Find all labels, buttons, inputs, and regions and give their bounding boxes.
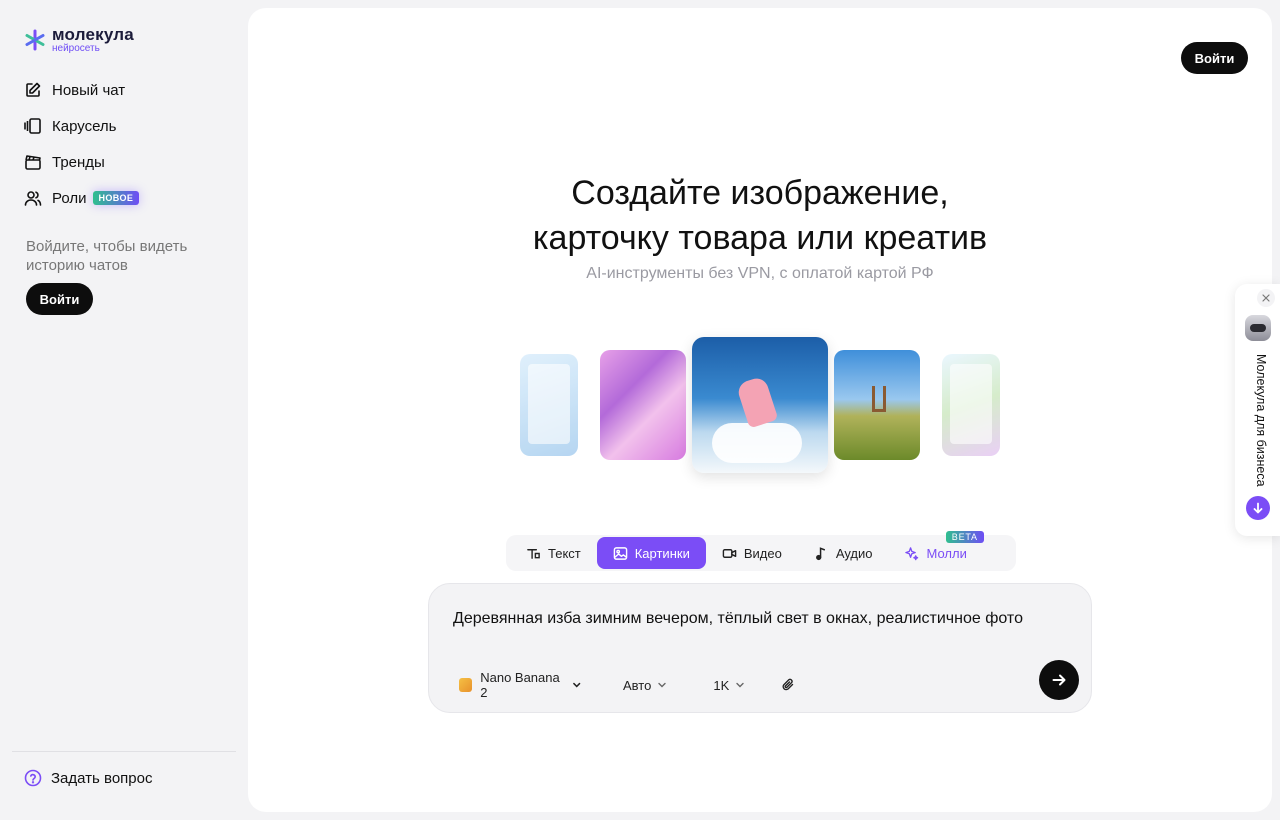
resolution-select[interactable]: 1K: [713, 678, 745, 693]
card-shape: [528, 364, 570, 444]
hero-title: Создайте изображение, карточку товара ил…: [248, 171, 1272, 261]
card-shape: [950, 364, 992, 444]
chevron-down-icon: [658, 682, 667, 688]
sidebar-login-button[interactable]: Войти: [26, 283, 93, 315]
ask-question-label: Задать вопрос: [51, 769, 153, 787]
close-icon: [1262, 294, 1270, 302]
close-button[interactable]: [1257, 289, 1275, 307]
help-circle-icon: [24, 769, 42, 787]
ask-question-button[interactable]: Задать вопрос: [24, 769, 152, 787]
tab-video[interactable]: Видео: [706, 537, 798, 569]
clapper-icon: [25, 155, 41, 170]
music-note-icon: [815, 546, 825, 560]
chevron-down-icon: [736, 682, 744, 688]
beta-badge: BETA: [945, 531, 984, 543]
arrow-down-icon: [1253, 502, 1263, 514]
robot-avatar-icon: [1245, 315, 1271, 341]
banana-icon: [459, 678, 473, 692]
model-select[interactable]: Nano Banana 2: [459, 670, 581, 700]
hero-title-line2: карточку товара или креатив: [532, 219, 988, 257]
tab-audio[interactable]: Аудио: [798, 537, 889, 569]
sparkle-icon: [905, 546, 919, 560]
paperclip-icon: [782, 678, 794, 691]
header-login-button[interactable]: Войти: [1181, 42, 1248, 74]
sidebar-nav: Новый чат Карусель Тренды Роли НОВОЕ: [24, 72, 234, 216]
brand-name: молекула: [52, 25, 134, 44]
users-icon: [24, 191, 42, 206]
chair-shape: [872, 386, 886, 412]
tab-label: Аудио: [835, 545, 873, 561]
resolution-label: 1K: [713, 677, 730, 693]
sidebar-item-trends[interactable]: Тренды: [24, 144, 234, 180]
send-button[interactable]: [1039, 660, 1079, 700]
login-hint: Войдите, чтобы видеть историю чатов: [26, 238, 188, 274]
carousel-icon: [24, 118, 41, 134]
arrow-right-icon: [1052, 674, 1066, 686]
logo[interactable]: молекула нейросеть: [24, 26, 134, 54]
hero-subtitle: AI-инструменты без VPN, с оплатой картой…: [586, 265, 934, 282]
chevron-down-icon: [572, 682, 580, 688]
runner-shape: [735, 375, 779, 429]
example-image-product-card[interactable]: [520, 354, 578, 456]
tab-label: Молли: [926, 545, 967, 561]
tab-text[interactable]: Текст: [510, 537, 597, 569]
example-image-hill-chair[interactable]: [834, 350, 920, 460]
divider: [12, 751, 236, 752]
sidebar-item-roles[interactable]: Роли НОВОЕ: [24, 180, 234, 216]
example-image-pink-stairs[interactable]: [600, 350, 686, 460]
business-label: Молекула для бизнеса: [1254, 354, 1268, 487]
sidebar-item-label: Роли: [52, 189, 87, 207]
prompt-box[interactable]: Деревянная изба зимним вечером, тёплый с…: [428, 583, 1092, 713]
example-image-runner[interactable]: [692, 337, 828, 473]
image-icon: [613, 546, 628, 560]
main-panel: Войти Создайте изображение, карточку тов…: [248, 8, 1272, 812]
expand-button[interactable]: [1246, 496, 1270, 520]
sidebar-item-label: Карусель: [52, 117, 117, 135]
mode-tabs: Текст Картинки Видео Аудио Молли BETA: [506, 531, 1016, 571]
brand-sub: нейросеть: [52, 43, 100, 54]
sidebar: молекула нейросеть Новый чат Карусель Тр…: [0, 0, 248, 820]
business-widget[interactable]: Молекула для бизнеса: [1235, 284, 1280, 536]
aspect-label: Авто: [623, 677, 652, 693]
sidebar-item-new-chat[interactable]: Новый чат: [24, 72, 234, 108]
attach-button[interactable]: [781, 678, 795, 692]
tab-images[interactable]: Картинки: [596, 537, 706, 569]
sidebar-item-label: Тренды: [52, 153, 105, 171]
new-badge: НОВОЕ: [92, 191, 140, 205]
prompt-input[interactable]: Деревянная изба зимним вечером, тёплый с…: [453, 610, 1023, 628]
hero-title-line1: Создайте изображение,: [571, 174, 949, 212]
video-icon: [722, 548, 737, 558]
sidebar-item-carousel[interactable]: Карусель: [24, 108, 234, 144]
tab-molly[interactable]: Молли BETA: [888, 531, 984, 569]
model-label: Nano Banana 2: [480, 670, 560, 700]
example-image-creative[interactable]: [942, 354, 1000, 456]
edit-icon: [26, 82, 41, 97]
molecule-logo-icon: [25, 29, 45, 51]
tab-label: Картинки: [634, 545, 690, 561]
sidebar-item-label: Новый чат: [52, 81, 126, 99]
tab-label: Текст: [548, 545, 581, 561]
tab-label: Видео: [743, 545, 782, 561]
text-icon: [527, 548, 540, 559]
cloud-shape: [712, 423, 802, 463]
prompt-controls: Nano Banana 2 Авто 1K: [459, 670, 795, 700]
aspect-select[interactable]: Авто: [623, 678, 667, 693]
